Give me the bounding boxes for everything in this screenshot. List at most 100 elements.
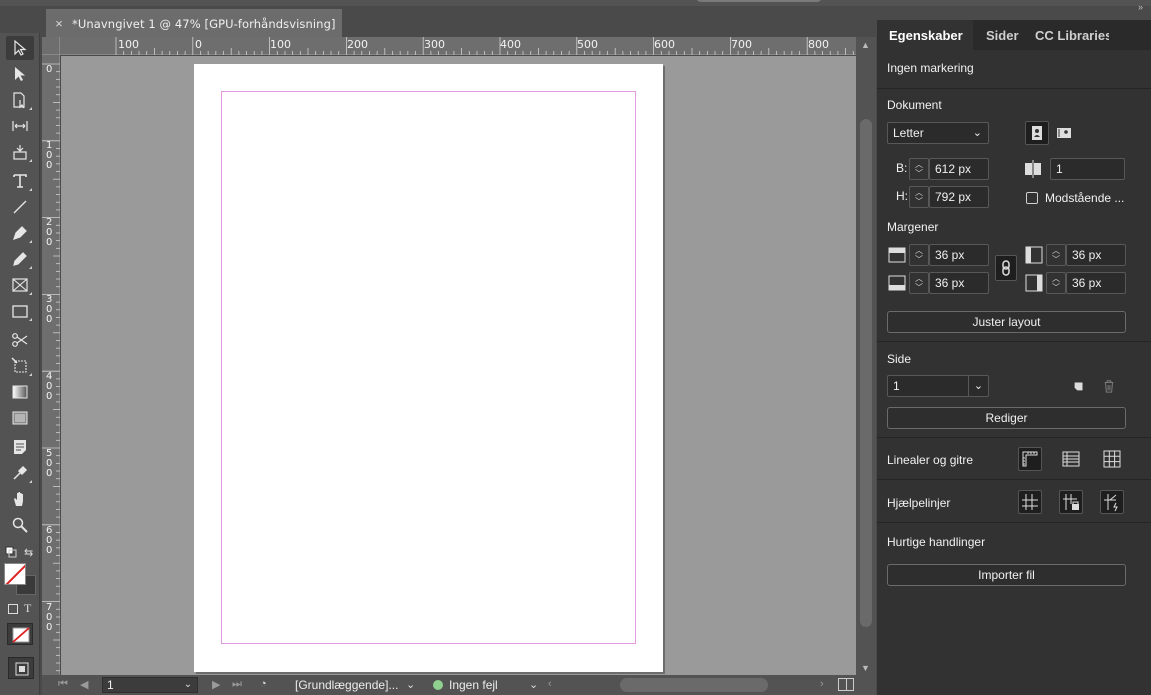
ruler-icon: [1022, 451, 1038, 467]
ruler-origin[interactable]: [42, 37, 60, 55]
hand-tool-icon[interactable]: [6, 487, 34, 511]
margin-left-field[interactable]: 36 px: [1066, 244, 1126, 266]
edit-page-button[interactable]: Rediger: [887, 407, 1126, 429]
open-page-icon[interactable]: ◔: [260, 678, 267, 690]
line-tool-icon[interactable]: [6, 195, 34, 219]
page-select[interactable]: 1 ⌄: [887, 375, 989, 397]
portrait-orientation-button[interactable]: [1025, 121, 1049, 145]
pen-tool-icon[interactable]: [6, 221, 34, 245]
margin-bottom-field[interactable]: 36 px: [929, 272, 989, 294]
content-collector-icon[interactable]: [6, 140, 34, 164]
next-page-icon[interactable]: ▶: [212, 678, 220, 691]
vertical-ruler[interactable]: 0 100 200 300 400 500 600 700: [42, 55, 60, 675]
pages-icon: [1023, 159, 1043, 184]
preflight-status[interactable]: Ingen fejl: [449, 678, 498, 692]
workspace-label[interactable]: [Grundlæggende]...: [295, 678, 398, 692]
smart-guides-icon: [1104, 494, 1118, 512]
import-file-button[interactable]: Importer fil: [887, 564, 1126, 586]
tab-sider[interactable]: Sider: [986, 28, 1019, 43]
margin-top-stepper-icon[interactable]: ︿ ﹀: [909, 244, 929, 266]
margin-right-stepper-icon[interactable]: ︿ ﹀: [1046, 272, 1066, 294]
baseline-grid-button[interactable]: [1059, 447, 1083, 471]
free-transform-tool-icon[interactable]: [6, 354, 34, 378]
scroll-right-icon[interactable]: ›: [820, 678, 824, 690]
ruler-label: 700: [731, 38, 752, 51]
fill-stroke-swatch[interactable]: [4, 563, 38, 595]
type-tool-icon[interactable]: [6, 169, 34, 193]
divider: [877, 88, 1151, 89]
document-page[interactable]: [194, 64, 663, 672]
ruler-label: 500: [577, 38, 598, 51]
landscape-orientation-button[interactable]: [1052, 121, 1076, 145]
rectangle-frame-tool-icon[interactable]: [6, 273, 34, 297]
rectangle-tool-icon[interactable]: [6, 299, 34, 323]
facing-pages-checkbox[interactable]: [1026, 192, 1038, 204]
divider: [877, 437, 1151, 438]
scissors-tool-icon[interactable]: [6, 328, 34, 352]
pasteboard[interactable]: [61, 56, 856, 675]
formatting-text-icon[interactable]: T: [24, 601, 31, 616]
baseline-grid-icon: [1062, 451, 1080, 467]
adjust-layout-button[interactable]: Juster layout: [887, 311, 1126, 333]
note-tool-icon[interactable]: [6, 435, 34, 459]
ruler-label: 400: [500, 38, 521, 51]
first-page-icon[interactable]: ⏮: [58, 678, 68, 691]
gradient-swatch-tool-icon[interactable]: [6, 380, 34, 404]
lock-guides-button[interactable]: [1059, 490, 1083, 514]
scroll-down-icon[interactable]: ▼: [861, 663, 870, 673]
direct-selection-tool-icon[interactable]: [6, 62, 34, 86]
selection-tool-icon[interactable]: [6, 36, 34, 60]
pencil-tool-icon[interactable]: [6, 247, 34, 271]
width-stepper-icon[interactable]: ︿ ﹀: [909, 158, 929, 180]
document-preset-select[interactable]: Letter ⌄: [887, 122, 989, 144]
delete-page-icon[interactable]: [1102, 379, 1116, 398]
gradient-feather-tool-icon[interactable]: [6, 406, 34, 430]
height-field[interactable]: 792 px: [929, 186, 989, 208]
apply-none-icon[interactable]: [7, 623, 33, 645]
ruler-label: 100: [270, 38, 291, 51]
tab-cc-libraries[interactable]: CC Libraries: [1035, 28, 1109, 43]
fill-swatch[interactable]: [4, 563, 26, 585]
chevron-down-icon[interactable]: ⌄: [178, 677, 198, 693]
new-page-icon[interactable]: [1072, 379, 1086, 398]
swap-colors-icon[interactable]: ⇆: [24, 546, 33, 559]
gap-tool-icon[interactable]: [6, 114, 34, 138]
margin-left-stepper-icon[interactable]: ︿ ﹀: [1046, 244, 1066, 266]
scroll-left-icon[interactable]: ‹: [548, 678, 552, 690]
formatting-container-icon[interactable]: [8, 604, 18, 614]
height-stepper-icon[interactable]: ︿ ﹀: [909, 186, 929, 208]
close-icon[interactable]: ×: [46, 16, 72, 31]
margin-right-field[interactable]: 36 px: [1066, 272, 1126, 294]
eyedropper-tool-icon[interactable]: [6, 461, 34, 485]
margin-top-field[interactable]: 36 px: [929, 244, 989, 266]
width-field[interactable]: 612 px: [929, 158, 989, 180]
screen-mode-icon[interactable]: [8, 657, 34, 679]
scroll-thumb[interactable]: [860, 119, 872, 627]
guides-icon: [1022, 494, 1038, 510]
default-colors-icon[interactable]: [5, 545, 17, 558]
chevron-down-icon[interactable]: ⌄: [529, 678, 538, 691]
vertical-scrollbar[interactable]: ▲ ▼: [856, 37, 876, 675]
tab-egenskaber[interactable]: Egenskaber: [889, 28, 963, 43]
scroll-up-icon[interactable]: ▲: [861, 40, 870, 50]
horizontal-scroll-thumb[interactable]: [620, 678, 768, 692]
show-guides-button[interactable]: [1018, 490, 1042, 514]
rulers-toggle-button[interactable]: [1018, 447, 1042, 471]
margin-bottom-stepper-icon[interactable]: ︿ ﹀: [909, 272, 929, 294]
ruler-label: 700: [46, 602, 53, 633]
pages-count-field[interactable]: 1: [1050, 158, 1125, 180]
panel-collapse-icon[interactable]: »: [1138, 2, 1143, 12]
chain-link-icon: [1002, 260, 1010, 276]
split-view-icon[interactable]: [838, 678, 854, 691]
previous-page-icon[interactable]: ◀: [80, 678, 88, 691]
zoom-tool-icon[interactable]: [6, 513, 34, 537]
ruler-label: 300: [46, 294, 53, 325]
last-page-icon[interactable]: ⏭: [232, 678, 242, 691]
link-margins-button[interactable]: [995, 255, 1017, 281]
smart-guides-button[interactable]: [1100, 490, 1124, 514]
horizontal-ruler[interactable]: 100 0 100 200 300 400 500 600 700 800: [60, 37, 856, 55]
document-grid-button[interactable]: [1100, 447, 1124, 471]
document-tab[interactable]: × *Unavngivet 1 @ 47% [GPU-forhåndsvisni…: [46, 9, 342, 38]
chevron-down-icon[interactable]: ⌄: [406, 678, 415, 691]
page-tool-icon[interactable]: [6, 88, 34, 112]
